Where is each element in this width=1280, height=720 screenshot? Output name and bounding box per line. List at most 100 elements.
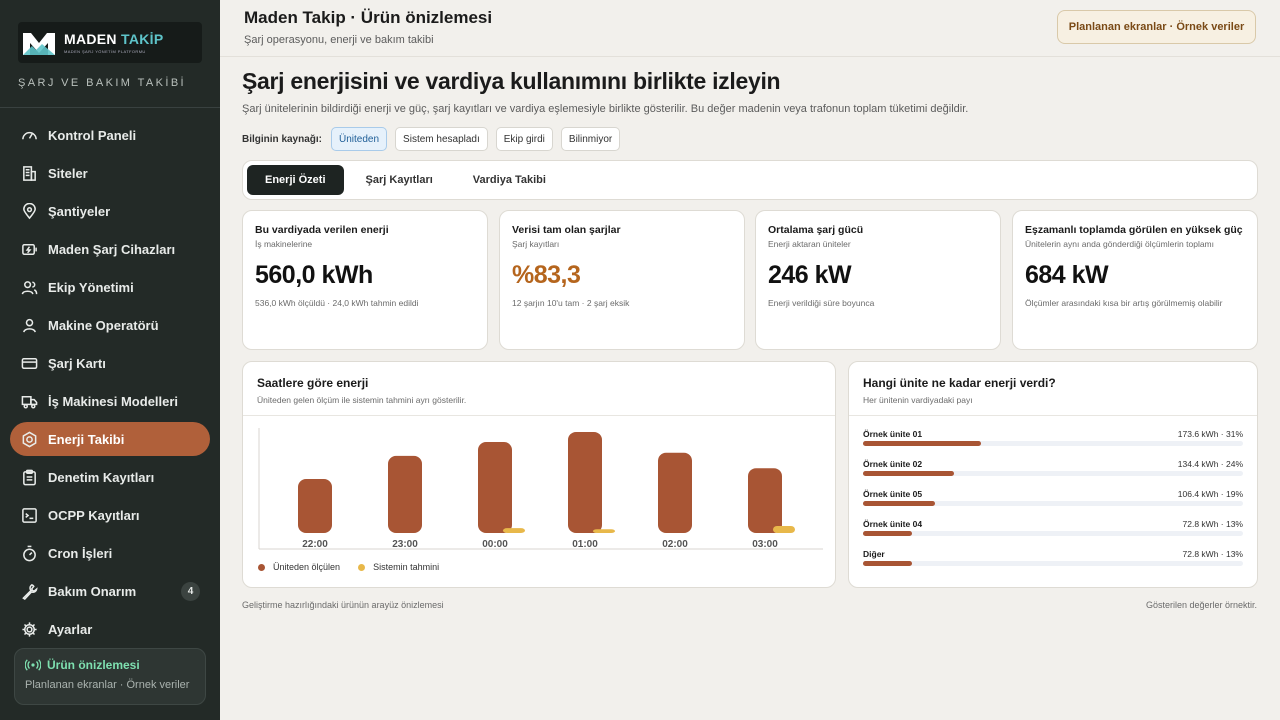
bar-estimated-01:00 <box>593 529 615 533</box>
logo-title: MADEN TAKİP <box>64 30 164 47</box>
sidebar-item-ocpp-kayitlari[interactable]: OCPP Kayıtları <box>10 498 210 532</box>
broadcast-icon <box>25 659 41 671</box>
sidebar-item-kontrol-paneli[interactable]: Kontrol Paneli <box>10 118 210 152</box>
source-label: Bilginin kaynağı: <box>242 133 323 145</box>
kpi-title: Verisi tam olan şarjlar <box>512 224 621 236</box>
notification-badge: 4 <box>181 582 200 601</box>
panel-divider <box>849 415 1257 416</box>
sidebar-item-label: Cron İşleri <box>48 545 113 561</box>
panel-subtitle: Üniteden gelen ölçüm ile sistemin tahmin… <box>257 395 467 405</box>
sidebar-item-ekip-yonetimi[interactable]: Ekip Yönetimi <box>10 270 210 304</box>
kpi-note: 536,0 kWh ölçüldü · 24,0 kWh tahmin edil… <box>255 298 419 308</box>
unit-name: Örnek ünite 04 <box>863 519 923 529</box>
unit-row: Örnek ünite 02 134.4 kWh · 24% <box>863 459 1243 489</box>
bar-measured-03:00 <box>748 468 782 533</box>
sidebar-item-label: Ekip Yönetimi <box>48 279 134 295</box>
sidebar-item-is-makinesi-modelleri[interactable]: İş Makinesi Modelleri <box>10 384 210 418</box>
sidebar-item-makine-operatoru[interactable]: Makine Operatörü <box>10 308 210 342</box>
footer-disclaimer: Gösterilen değerler örnektir. <box>1145 600 1257 610</box>
x-tick-label: 22:00 <box>302 539 328 550</box>
unit-progress-track <box>863 471 1243 476</box>
source-chip-sistem[interactable]: Sistem hesapladı <box>395 127 488 151</box>
x-tick-label: 02:00 <box>662 539 688 550</box>
page-description: Şarj ünitelerinin bildirdiği enerji ve g… <box>242 103 969 115</box>
user-icon <box>20 316 38 334</box>
sidebar-item-denetim-kayitlari[interactable]: Denetim Kayıtları <box>10 460 210 494</box>
sidebar-item-label: Şarj Kartı <box>48 355 106 371</box>
unit-value: 106.4 kWh · 19% <box>1177 489 1243 499</box>
clipboard-icon <box>20 468 38 486</box>
kpi-value: 560,0 kWh <box>255 261 373 289</box>
terminal-icon <box>20 506 38 524</box>
sidebar-item-bakim-onarim[interactable]: Bakım Onarım 4 <box>10 574 210 608</box>
sidebar-item-label: Enerji Takibi <box>48 431 125 447</box>
sidebar-item-cron-isleri[interactable]: Cron İşleri <box>10 536 210 570</box>
x-tick-label: 03:00 <box>752 539 778 550</box>
tab-vardiya-takibi[interactable]: Vardiya Takibi <box>455 165 564 195</box>
bar-measured-00:00 <box>478 441 512 533</box>
sidebar-item-label: Ayarlar <box>48 621 93 637</box>
sidebar-item-label: Şantiyeler <box>48 203 111 219</box>
legend-swatch <box>258 563 265 571</box>
bar-measured-02:00 <box>658 452 692 533</box>
sidebar-item-santiyeler[interactable]: Şantiyeler <box>10 194 210 228</box>
unit-row: Örnek ünite 05 106.4 kWh · 19% <box>863 489 1243 519</box>
kpi-note: 12 şarjın 10'u tam · 2 şarj eksik <box>512 298 630 308</box>
sidebar-item-siteler[interactable]: Siteler <box>10 156 210 190</box>
logo-mark-icon <box>22 30 56 56</box>
unit-row: Örnek ünite 04 72.8 kWh · 13% <box>863 519 1243 549</box>
sidebar-item-label: Siteler <box>48 165 88 181</box>
page-header-title: Maden Takip · Ürün önizlemesi <box>244 8 493 27</box>
stopwatch-icon <box>20 544 38 562</box>
legend-item-measured: Üniteden ölçülen <box>258 562 340 572</box>
sidebar-item-label: Denetim Kayıtları <box>48 469 155 485</box>
sidebar: MADEN TAKİP MADEN ŞARJ YÖNETİM PLATFORMU… <box>0 0 220 720</box>
kpi-note: Ölçümler arasındaki kısa bir artış görül… <box>1025 298 1223 308</box>
header-divider <box>220 56 1280 57</box>
kpi-card-energy: Bu vardiyada verilen enerji İş makineler… <box>242 210 488 350</box>
unit-value: 134.4 kWh · 24% <box>1177 459 1243 469</box>
team-icon <box>20 278 38 296</box>
location-pin-icon <box>20 202 38 220</box>
battery-charge-icon <box>20 240 38 258</box>
energy-hex-icon <box>20 430 38 448</box>
x-tick-label: 01:00 <box>572 539 598 550</box>
tab-enerji-ozeti[interactable]: Enerji Özeti <box>247 165 344 195</box>
page-title: Şarj enerjisini ve vardiya kullanımını b… <box>242 68 781 94</box>
sidebar-item-label: Kontrol Paneli <box>48 127 137 143</box>
panel-title: Hangi ünite ne kadar enerji verdi? <box>863 376 1056 390</box>
wrench-icon <box>20 582 38 600</box>
sidebar-divider <box>0 107 220 108</box>
sidebar-item-enerji-takibi[interactable]: Enerji Takibi <box>10 422 210 456</box>
source-chip-uniteden[interactable]: Üniteden <box>331 127 388 151</box>
sidebar-item-label: İş Makinesi Modelleri <box>48 393 179 409</box>
sidebar-item-maden-sarj-cihazlari[interactable]: Maden Şarj Cihazları <box>10 232 210 266</box>
source-chip-bilinmiyor[interactable]: Bilinmiyor <box>560 127 621 151</box>
logo[interactable]: MADEN TAKİP MADEN ŞARJ YÖNETİM PLATFORMU <box>18 22 202 63</box>
unit-progress-track <box>863 531 1243 536</box>
unit-progress-fill <box>863 531 913 536</box>
unit-progress-track <box>863 501 1243 506</box>
sidebar-item-label: Bakım Onarım <box>48 583 137 599</box>
tab-sarj-kayitlari[interactable]: Şarj Kayıtları <box>348 165 451 195</box>
unit-progress-fill <box>863 441 981 446</box>
unit-progress-fill <box>863 561 913 566</box>
unit-progress-track <box>863 441 1243 446</box>
sidebar-item-label: OCPP Kayıtları <box>48 507 140 523</box>
preview-title: Ürün önizlemesi <box>25 658 195 672</box>
panel-subtitle: Her ünitenin vardiyadaki payı <box>863 395 973 405</box>
truck-icon <box>20 392 38 410</box>
preview-mode-badge: Planlanan ekranlar · Örnek veriler <box>1057 10 1256 44</box>
panel-title: Saatlere göre enerji <box>257 376 369 390</box>
legend-swatch <box>358 563 366 571</box>
kpi-card-peak-power: Eşzamanlı toplamda görülen en yüksek güç… <box>1012 210 1258 350</box>
x-tick-label: 23:00 <box>392 539 418 550</box>
energy-bar-chart: 22:00 23:00 00:00 01:00 02:00 03:00 <box>258 428 823 550</box>
dashboard-icon <box>20 126 38 144</box>
energy-by-unit-panel: Hangi ünite ne kadar enerji verdi? Her ü… <box>848 361 1258 588</box>
tab-bar: Enerji Özeti Şarj Kayıtları Vardiya Taki… <box>242 160 1258 200</box>
sidebar-item-sarj-karti[interactable]: Şarj Kartı <box>10 346 210 380</box>
sidebar-item-ayarlar[interactable]: Ayarlar <box>10 612 210 646</box>
unit-progress-fill <box>863 501 936 506</box>
source-chip-ekip[interactable]: Ekip girdi <box>495 127 553 151</box>
